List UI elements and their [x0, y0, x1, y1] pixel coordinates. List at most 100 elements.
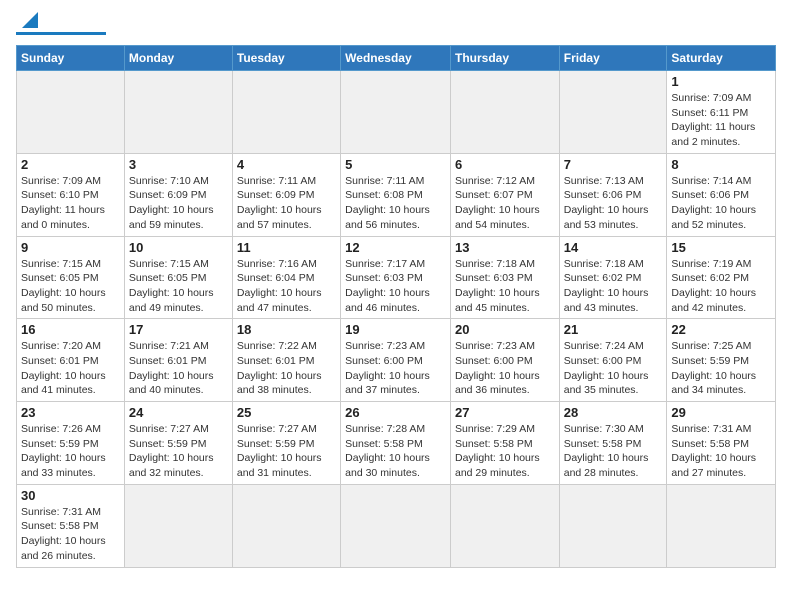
day-number: 14	[564, 240, 663, 255]
day-info: Sunrise: 7:26 AMSunset: 5:59 PMDaylight:…	[21, 422, 120, 481]
day-info: Sunrise: 7:11 AMSunset: 6:09 PMDaylight:…	[237, 174, 336, 233]
day-info: Sunrise: 7:23 AMSunset: 6:00 PMDaylight:…	[345, 339, 446, 398]
weekday-thursday: Thursday	[450, 46, 559, 71]
day-info: Sunrise: 7:19 AMSunset: 6:02 PMDaylight:…	[671, 257, 771, 316]
week-row-1: 1Sunrise: 7:09 AMSunset: 6:11 PMDaylight…	[17, 71, 776, 154]
day-number: 26	[345, 405, 446, 420]
day-number: 23	[21, 405, 120, 420]
day-cell	[450, 484, 559, 567]
day-cell: 11Sunrise: 7:16 AMSunset: 6:04 PMDayligh…	[232, 236, 340, 319]
day-number: 8	[671, 157, 771, 172]
calendar-body: 1Sunrise: 7:09 AMSunset: 6:11 PMDaylight…	[17, 71, 776, 568]
weekday-sunday: Sunday	[17, 46, 125, 71]
day-cell	[124, 484, 232, 567]
logo-triangle-icon	[19, 8, 41, 30]
day-info: Sunrise: 7:28 AMSunset: 5:58 PMDaylight:…	[345, 422, 446, 481]
day-cell: 10Sunrise: 7:15 AMSunset: 6:05 PMDayligh…	[124, 236, 232, 319]
day-cell: 28Sunrise: 7:30 AMSunset: 5:58 PMDayligh…	[559, 402, 667, 485]
day-cell: 22Sunrise: 7:25 AMSunset: 5:59 PMDayligh…	[667, 319, 776, 402]
day-info: Sunrise: 7:17 AMSunset: 6:03 PMDaylight:…	[345, 257, 446, 316]
day-number: 6	[455, 157, 555, 172]
weekday-tuesday: Tuesday	[232, 46, 340, 71]
day-number: 17	[129, 322, 228, 337]
day-info: Sunrise: 7:13 AMSunset: 6:06 PMDaylight:…	[564, 174, 663, 233]
day-cell: 17Sunrise: 7:21 AMSunset: 6:01 PMDayligh…	[124, 319, 232, 402]
day-cell: 30Sunrise: 7:31 AMSunset: 5:58 PMDayligh…	[17, 484, 125, 567]
logo	[16, 16, 106, 35]
day-cell: 6 Sunrise: 7:12 AMSunset: 6:07 PMDaylight…	[450, 153, 559, 236]
weekday-monday: Monday	[124, 46, 232, 71]
day-number: 4	[237, 157, 336, 172]
day-cell: 27 Sunrise: 7:29 AMSunset: 5:58 PMDayligh…	[450, 402, 559, 485]
day-info: Sunrise: 7:12 AMSunset: 6:07 PMDaylight:…	[455, 174, 555, 233]
day-number: 13	[455, 240, 555, 255]
day-cell	[341, 71, 451, 154]
day-number: 15	[671, 240, 771, 255]
day-cell: 15 Sunrise: 7:19 AMSunset: 6:02 PMDayligh…	[667, 236, 776, 319]
day-number: 12	[345, 240, 446, 255]
day-cell	[124, 71, 232, 154]
day-info: Sunrise: 7:18 AMSunset: 6:03 PMDaylight:…	[455, 257, 555, 316]
day-info: Sunrise: 7:18 AMSunset: 6:02 PMDaylight:…	[564, 257, 663, 316]
day-info: Sunrise: 7:22 AMSunset: 6:01 PMDaylight:…	[237, 339, 336, 398]
day-info: Sunrise: 7:14 AMSunset: 6:06 PMDaylight:…	[671, 174, 771, 233]
day-info: Sunrise: 7:27 AMSunset: 5:59 PMDaylight:…	[237, 422, 336, 481]
day-number: 2	[21, 157, 120, 172]
day-number: 18	[237, 322, 336, 337]
day-cell	[232, 71, 340, 154]
calendar-table: SundayMondayTuesdayWednesdayThursdayFrid…	[16, 45, 776, 568]
day-cell	[17, 71, 125, 154]
day-cell: 14 Sunrise: 7:18 AMSunset: 6:02 PMDayligh…	[559, 236, 667, 319]
day-cell	[450, 71, 559, 154]
day-cell: 7Sunrise: 7:13 AMSunset: 6:06 PMDaylight…	[559, 153, 667, 236]
weekday-friday: Friday	[559, 46, 667, 71]
week-row-4: 16Sunrise: 7:20 AMSunset: 6:01 PMDayligh…	[17, 319, 776, 402]
day-info: Sunrise: 7:15 AMSunset: 6:05 PMDaylight:…	[129, 257, 228, 316]
week-row-2: 2 Sunrise: 7:09 AMSunset: 6:10 PMDaylight…	[17, 153, 776, 236]
week-row-6: 30Sunrise: 7:31 AMSunset: 5:58 PMDayligh…	[17, 484, 776, 567]
day-cell	[232, 484, 340, 567]
day-cell	[667, 484, 776, 567]
day-number: 3	[129, 157, 228, 172]
day-info: Sunrise: 7:10 AMSunset: 6:09 PMDaylight:…	[129, 174, 228, 233]
day-info: Sunrise: 7:30 AMSunset: 5:58 PMDaylight:…	[564, 422, 663, 481]
day-number: 9	[21, 240, 120, 255]
day-number: 22	[671, 322, 771, 337]
logo-bar	[16, 32, 106, 35]
day-info: Sunrise: 7:16 AMSunset: 6:04 PMDaylight:…	[237, 257, 336, 316]
day-cell	[341, 484, 451, 567]
day-info: Sunrise: 7:29 AMSunset: 5:58 PMDaylight:…	[455, 422, 555, 481]
day-cell	[559, 484, 667, 567]
day-info: Sunrise: 7:24 AMSunset: 6:00 PMDaylight:…	[564, 339, 663, 398]
day-number: 19	[345, 322, 446, 337]
day-cell: 25Sunrise: 7:27 AMSunset: 5:59 PMDayligh…	[232, 402, 340, 485]
day-number: 5	[345, 157, 446, 172]
day-cell: 4 Sunrise: 7:11 AMSunset: 6:09 PMDaylight…	[232, 153, 340, 236]
day-cell: 9 Sunrise: 7:15 AMSunset: 6:05 PMDaylight…	[17, 236, 125, 319]
day-cell: 5 Sunrise: 7:11 AMSunset: 6:08 PMDaylight…	[341, 153, 451, 236]
weekday-header-row: SundayMondayTuesdayWednesdayThursdayFrid…	[17, 46, 776, 71]
week-row-5: 23 Sunrise: 7:26 AMSunset: 5:59 PMDayligh…	[17, 402, 776, 485]
day-cell: 29 Sunrise: 7:31 AMSunset: 5:58 PMDayligh…	[667, 402, 776, 485]
day-number: 21	[564, 322, 663, 337]
day-cell: 12 Sunrise: 7:17 AMSunset: 6:03 PMDayligh…	[341, 236, 451, 319]
day-info: Sunrise: 7:11 AMSunset: 6:08 PMDaylight:…	[345, 174, 446, 233]
weekday-wednesday: Wednesday	[341, 46, 451, 71]
day-info: Sunrise: 7:15 AMSunset: 6:05 PMDaylight:…	[21, 257, 120, 316]
weekday-saturday: Saturday	[667, 46, 776, 71]
day-cell: 13 Sunrise: 7:18 AMSunset: 6:03 PMDayligh…	[450, 236, 559, 319]
header	[16, 16, 776, 35]
day-number: 24	[129, 405, 228, 420]
day-cell: 3 Sunrise: 7:10 AMSunset: 6:09 PMDaylight…	[124, 153, 232, 236]
day-cell: 1Sunrise: 7:09 AMSunset: 6:11 PMDaylight…	[667, 71, 776, 154]
day-cell	[559, 71, 667, 154]
day-number: 16	[21, 322, 120, 337]
day-info: Sunrise: 7:31 AMSunset: 5:58 PMDaylight:…	[21, 505, 120, 564]
day-info: Sunrise: 7:09 AMSunset: 6:10 PMDaylight:…	[21, 174, 120, 233]
day-info: Sunrise: 7:23 AMSunset: 6:00 PMDaylight:…	[455, 339, 555, 398]
day-number: 29	[671, 405, 771, 420]
week-row-3: 9 Sunrise: 7:15 AMSunset: 6:05 PMDaylight…	[17, 236, 776, 319]
day-cell: 20Sunrise: 7:23 AMSunset: 6:00 PMDayligh…	[450, 319, 559, 402]
day-info: Sunrise: 7:31 AMSunset: 5:58 PMDaylight:…	[671, 422, 771, 481]
day-number: 27	[455, 405, 555, 420]
